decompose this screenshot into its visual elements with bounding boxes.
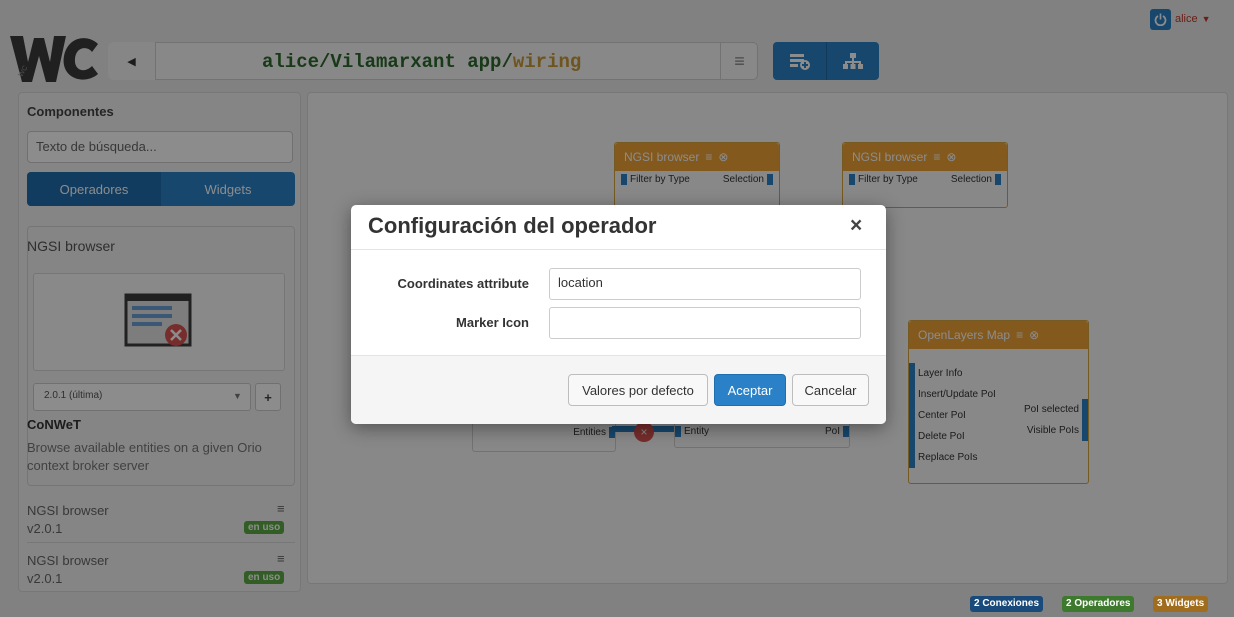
coordinates-attribute-input[interactable]: location bbox=[549, 268, 861, 300]
field-label: Marker Icon bbox=[456, 315, 529, 330]
operators-count-badge: 2 Operadores bbox=[1062, 596, 1135, 612]
operator-config-dialog: Configuración del operador × Coordinates… bbox=[351, 205, 886, 424]
accept-button[interactable]: Aceptar bbox=[714, 374, 786, 406]
cancel-button[interactable]: Cancelar bbox=[792, 374, 869, 406]
field-label: Coordinates attribute bbox=[397, 276, 529, 291]
defaults-button[interactable]: Valores por defecto bbox=[568, 374, 708, 406]
marker-icon-input[interactable] bbox=[549, 307, 861, 339]
widgets-count-badge: 3 Widgets bbox=[1153, 596, 1209, 612]
dialog-title: Configuración del operador bbox=[368, 213, 657, 238]
dialog-footer: Valores por defecto Aceptar Cancelar bbox=[351, 355, 886, 424]
close-icon[interactable]: × bbox=[850, 214, 862, 238]
connections-count-badge: 2 Conexiones bbox=[970, 596, 1044, 612]
divider bbox=[351, 249, 886, 250]
